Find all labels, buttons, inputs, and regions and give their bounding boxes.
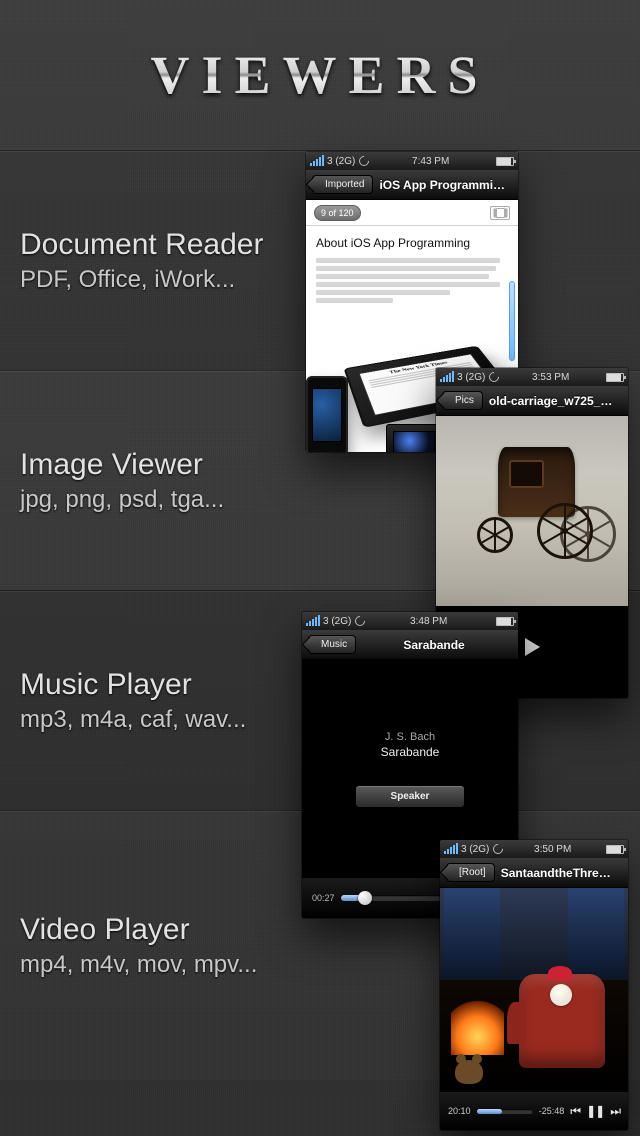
- playback-bar: 20:10 -25:48 ⏮ ❚❚ ⏭: [440, 1092, 628, 1130]
- signal-icon: [306, 616, 320, 626]
- clock-label: 7:43 PM: [412, 156, 449, 167]
- page-count-badge: 9 of 120: [314, 205, 361, 221]
- back-button[interactable]: [Root]: [446, 863, 495, 882]
- clock-label: 3:53 PM: [532, 372, 569, 383]
- document-heading: About iOS App Programming: [316, 236, 508, 250]
- signal-icon: [310, 156, 324, 166]
- screenshot-video-player: 3 (2G) 3:50 PM [Root] SantaandtheThreeBe…: [440, 840, 628, 1130]
- carrier-label: 3 (2G): [461, 844, 489, 855]
- image-canvas[interactable]: [436, 416, 628, 606]
- next-track-icon[interactable]: ⏭: [610, 1104, 620, 1119]
- pause-icon[interactable]: ❚❚: [586, 1104, 604, 1118]
- thumbnails-icon[interactable]: [490, 206, 510, 220]
- clock-label: 3:50 PM: [534, 844, 571, 855]
- back-button[interactable]: Imported: [312, 175, 373, 194]
- nav-title: iOS App Programmin...: [373, 178, 512, 192]
- signal-icon: [440, 372, 454, 382]
- video-frame[interactable]: [440, 888, 628, 1092]
- carrier-label: 3 (2G): [323, 616, 351, 627]
- status-bar: 3 (2G) 3:48 PM: [302, 612, 518, 630]
- nav-bar: Pics old-carriage_w725_h544: [436, 386, 628, 416]
- carrier-label: 3 (2G): [457, 372, 485, 383]
- nav-bar: Music Sarabande: [302, 630, 518, 660]
- track-label: Sarabande: [381, 745, 440, 759]
- prev-track-icon[interactable]: ⏮: [570, 1104, 580, 1119]
- scrubber-knob[interactable]: [358, 891, 372, 905]
- battery-icon: [606, 845, 624, 854]
- elapsed-time: 20:10: [448, 1106, 471, 1116]
- elapsed-time: 00:27: [312, 893, 335, 903]
- status-bar: 3 (2G) 3:50 PM: [440, 840, 628, 858]
- document-header: 9 of 120: [306, 200, 518, 226]
- battery-icon: [606, 373, 624, 382]
- play-icon: [525, 638, 540, 656]
- activity-icon: [353, 614, 367, 628]
- scrubber[interactable]: [477, 1109, 533, 1114]
- page-title: Viewers: [150, 44, 489, 106]
- activity-icon: [487, 370, 501, 384]
- page-header: Viewers: [0, 0, 640, 150]
- signal-icon: [444, 844, 458, 854]
- activity-icon: [491, 842, 505, 856]
- remaining-time: -25:48: [539, 1106, 565, 1116]
- clock-label: 3:48 PM: [410, 616, 447, 627]
- battery-icon: [496, 157, 514, 166]
- artist-label: J. S. Bach: [385, 731, 435, 743]
- carriage-illustration: [446, 436, 618, 576]
- nav-title: Sarabande: [356, 638, 512, 652]
- back-button[interactable]: Music: [308, 635, 356, 654]
- activity-icon: [357, 154, 371, 168]
- back-button[interactable]: Pics: [442, 391, 483, 410]
- status-bar: 3 (2G) 3:53 PM: [436, 368, 628, 386]
- status-bar: 3 (2G) 7:43 PM: [306, 152, 518, 170]
- nav-bar: [Root] SantaandtheThreeBear...: [440, 858, 628, 888]
- carrier-label: 3 (2G): [327, 156, 355, 167]
- nav-title: old-carriage_w725_h544: [483, 394, 622, 408]
- nav-bar: Imported iOS App Programmin...: [306, 170, 518, 200]
- battery-icon: [496, 617, 514, 626]
- speaker-button[interactable]: Speaker: [355, 785, 465, 808]
- nav-title: SantaandtheThreeBear...: [495, 866, 622, 880]
